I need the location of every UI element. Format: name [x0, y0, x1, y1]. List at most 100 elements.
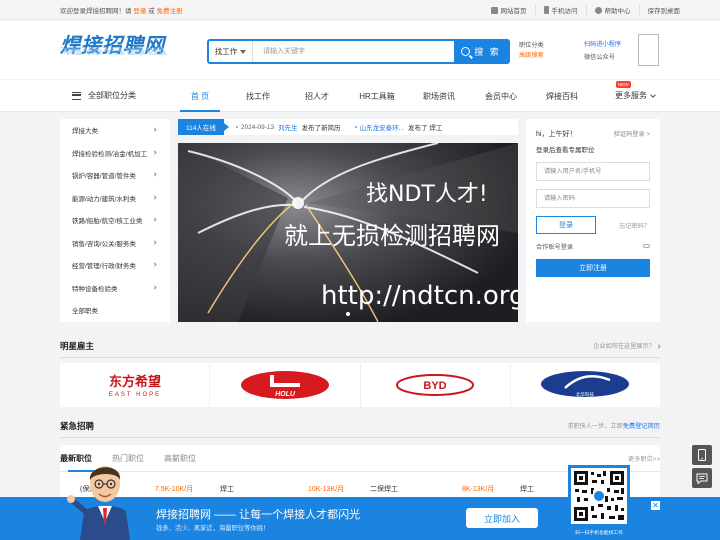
chevron-right-icon — [152, 262, 157, 267]
svg-text:北华科技: 北华科技 — [576, 391, 594, 398]
employer-logos: 东方希望 EAST HOPE HOLU BYD 北华科技 — [60, 363, 660, 407]
category-item[interactable]: 经营/管理/行政/财务类 — [60, 254, 170, 277]
search-button[interactable]: 搜 索 — [454, 41, 508, 62]
category-item[interactable]: 铁路/船舶/航空/核工业类 — [60, 209, 170, 232]
register-button[interactable]: 立即注册 — [536, 259, 650, 277]
promo-subtext: 钱多、活少、离家近，海量职位等你挑！ — [156, 525, 270, 532]
register-resume-link[interactable]: 免费登记简历 — [623, 423, 660, 430]
more-services-menu[interactable]: 更多服务 — [615, 90, 656, 101]
site-logo[interactable]: 焊接招聘网 焊接招聘网 — [60, 35, 182, 65]
save-desktop-link[interactable]: 保存到桌面 — [640, 5, 689, 15]
job-salary: 7.5K-10K/月 — [155, 486, 194, 493]
message-icon — [696, 473, 708, 484]
feedback-float-button[interactable] — [692, 468, 712, 488]
category-item[interactable]: 能源/动力/建筑/水利类 — [60, 187, 170, 210]
nav-item-4[interactable]: 职场资讯 — [408, 80, 470, 112]
category-item[interactable]: 锅炉/容器/管道/管件类 — [60, 164, 170, 187]
close-icon[interactable]: ✕ — [651, 501, 660, 510]
phone-icon — [543, 6, 549, 14]
svg-text:HOLU: HOLU — [275, 391, 296, 398]
chevron-right-icon — [656, 344, 661, 349]
search-icon — [461, 47, 471, 56]
chevron-right-icon — [152, 239, 157, 245]
nav-item-2[interactable]: 招人才 — [288, 80, 346, 112]
employer-logo[interactable]: 东方希望 EAST HOPE — [60, 363, 211, 407]
online-count: 114人在线 — [178, 119, 229, 135]
caret-down-icon — [240, 49, 247, 54]
nav-item-5[interactable]: 会员中心 — [470, 80, 532, 112]
employer-logo[interactable]: 北华科技 — [511, 363, 660, 407]
svg-text:EAST HOPE: EAST HOPE — [109, 392, 161, 398]
sms-login-link[interactable]: 验证码登录 > — [614, 129, 650, 138]
qr-labels: 扫码进小程序 微信公众号 — [584, 38, 621, 64]
employer-logo[interactable]: BYD — [361, 363, 511, 407]
forgot-password-link[interactable]: 忘记密码？ — [619, 221, 650, 230]
category-item[interactable]: 全部职类 — [60, 299, 170, 322]
search-type-select[interactable]: 找工作 — [209, 41, 253, 62]
welcome-text: 欢迎登录焊接招聘网！请 登录 或 免费注册 — [60, 8, 183, 15]
chevron-right-icon — [152, 284, 157, 290]
byd-logo: BYD — [396, 374, 475, 396]
all-categories-button[interactable]: 全部职位分类 — [72, 90, 136, 101]
search-input[interactable] — [253, 41, 454, 62]
banner-line-2: 就上无损检测招聘网 — [284, 222, 500, 250]
top-bar: 欢迎登录焊接招聘网！请 登录 或 免费注册 网站首页 手机访问 帮助中心 保存到… — [0, 0, 720, 20]
nav-items: 首 页找工作 招人才 HR工具箱 职场资讯 会员中心 焊接百科 — [172, 80, 592, 112]
search-bar: 找工作 搜 索 — [207, 39, 510, 64]
banner-line-1: 找NDT人才! — [366, 182, 488, 207]
svg-text:BYD: BYD — [424, 380, 447, 392]
username-input[interactable] — [536, 162, 650, 181]
tab-high-salary-jobs[interactable]: 高薪职位 — [154, 445, 206, 471]
greeting: hi，上午好！ 验证码登录 > — [536, 129, 650, 138]
nav-item-0[interactable]: 首 页 — [172, 80, 228, 112]
category-item[interactable]: 销售/咨询/公关/服务类 — [60, 232, 170, 255]
more-jobs-link[interactable]: 更多职位>> — [628, 454, 660, 463]
chevron-down-icon — [650, 91, 656, 98]
category-sidebar: 焊接大类 焊接检验检测/冶金/机加工 锅炉/容器/管道/管件类 能源/动力/建筑/水利… — [60, 119, 170, 322]
employer-logo[interactable]: HOLU — [210, 363, 361, 407]
wechat-label: 微信公众号 — [584, 54, 615, 61]
category-item[interactable]: 特种设备检验类 — [60, 277, 170, 300]
job-title[interactable]: 二保焊工 — [370, 484, 398, 494]
top-register-link[interactable]: 免费注册 — [156, 8, 182, 15]
ticker-company-link[interactable]: 山东龙安泰环... — [360, 122, 404, 132]
partner-login[interactable]: 合作账号登录 — [536, 242, 650, 251]
link-icon — [643, 244, 650, 248]
mobile-float-button[interactable] — [692, 445, 712, 465]
urgent-hiring-header: 紧急招聘 求职快人一步，立即免费登记简历 — [60, 416, 660, 438]
job-title[interactable]: 焊工 — [520, 484, 534, 494]
category-item[interactable]: 焊接大类 — [60, 119, 170, 142]
advanced-search-link[interactable]: 高级搜索 — [519, 51, 544, 61]
nav-item-3[interactable]: HR工具箱 — [346, 80, 408, 112]
top-links: 网站首页 手机访问 帮助中心 保存到桌面 — [483, 5, 689, 15]
easthope-logo: 东方希望 EAST HOPE — [109, 374, 161, 398]
qr-code-image — [571, 468, 627, 524]
banner-url: http://ndtcn.org — [321, 281, 518, 311]
hero-banner[interactable]: 找NDT人才! 就上无损检测招聘网 http://ndtcn.org — [178, 143, 518, 322]
category-item[interactable]: 焊接检验检测/冶金/机加工 — [60, 142, 170, 165]
job-title[interactable]: 焊工 — [220, 484, 234, 494]
help-link[interactable]: 帮助中心 — [587, 5, 640, 15]
qr-caption: 扫一扫手机也能找工作 — [575, 531, 623, 536]
top-login-link[interactable]: 登录 — [133, 8, 146, 15]
join-now-button[interactable]: 立即加入 — [466, 508, 538, 528]
nav-item-6[interactable]: 焊接百科 — [532, 80, 592, 112]
mini-program-link[interactable]: 扫码进小程序 — [584, 38, 621, 51]
password-input[interactable] — [536, 189, 650, 208]
help-icon — [594, 6, 602, 14]
job-salary: 10K-13K/月 — [308, 486, 345, 493]
nav-item-1[interactable]: 找工作 — [228, 80, 288, 112]
chevron-right-icon — [152, 194, 157, 200]
menu-icon — [72, 91, 81, 100]
phone-icon — [698, 449, 706, 461]
home-link[interactable]: 网站首页 — [483, 5, 536, 15]
svg-text:东方希望: 东方希望 — [109, 374, 161, 390]
job-categories-link[interactable]: 职位分类 — [519, 41, 544, 51]
mobile-link[interactable]: 手机访问 — [536, 5, 587, 15]
beihua-logo: 北华科技 — [541, 371, 630, 398]
ticker-user-link[interactable]: 刘先生 — [278, 122, 298, 132]
employer-showcase-link[interactable]: 企业如何在这里展示？ — [593, 341, 661, 350]
home-icon — [490, 6, 498, 14]
star-employers-header: 明星雇主 企业如何在这里展示？ — [60, 336, 661, 358]
login-button[interactable]: 登录 — [536, 216, 596, 234]
